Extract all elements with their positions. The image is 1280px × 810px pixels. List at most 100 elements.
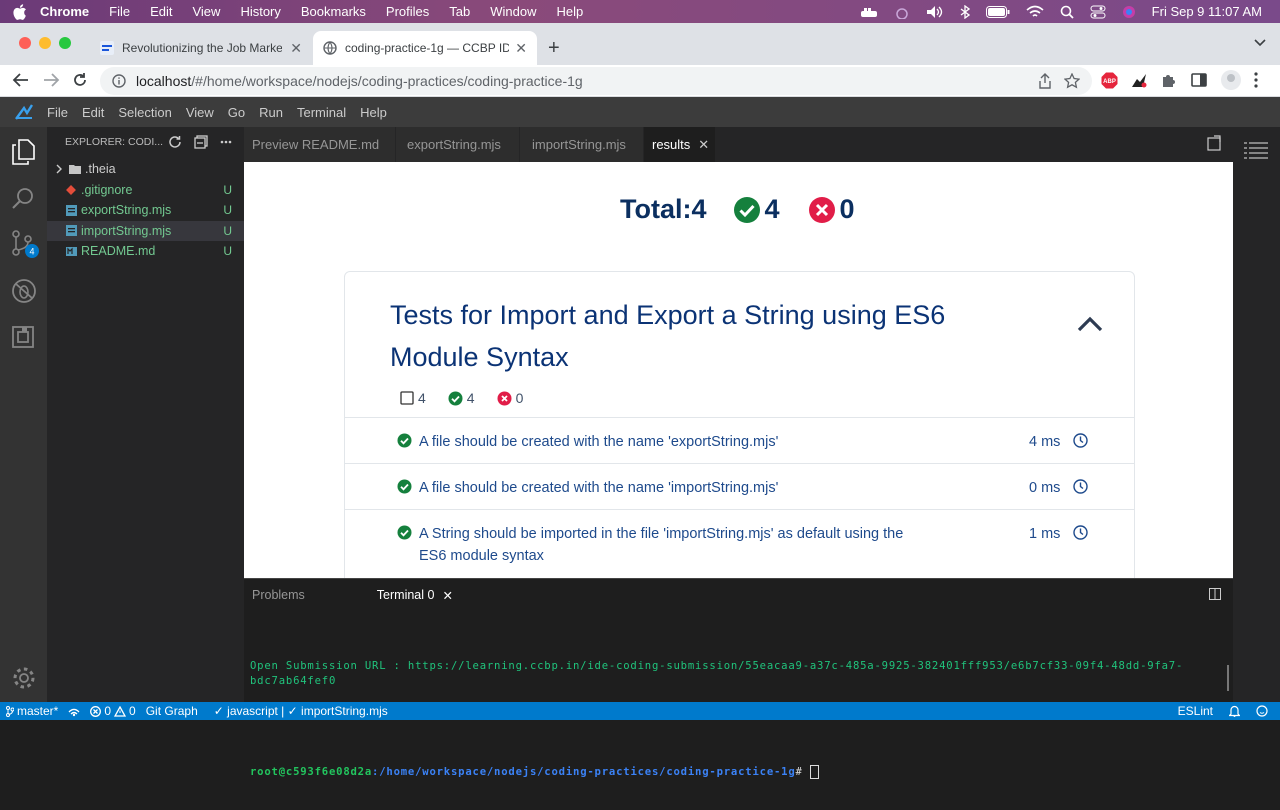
ide-menu-selection[interactable]: Selection (118, 105, 171, 120)
new-tab-icon[interactable]: + (548, 37, 560, 60)
notification-bell-icon[interactable] (1229, 705, 1240, 717)
file-name: README.md (81, 244, 156, 259)
test-row[interactable]: A file should be created with the name '… (345, 417, 1134, 463)
extension-cat-icon[interactable] (1130, 72, 1148, 90)
minimize-window-button[interactable] (39, 37, 51, 49)
menu-bar-clock[interactable]: Fri Sep 9 11:07 AM (1152, 4, 1262, 19)
battery-icon[interactable] (985, 5, 1010, 18)
spotlight-search-icon[interactable] (1060, 5, 1074, 19)
close-window-button[interactable] (19, 37, 31, 49)
chevron-down-icon[interactable] (1254, 39, 1266, 47)
close-tab-icon[interactable]: ✕ (442, 588, 452, 603)
site-info-icon[interactable] (112, 74, 126, 88)
mac-menu-tab[interactable]: Tab (449, 4, 470, 19)
apple-icon[interactable] (0, 3, 40, 20)
source-control-icon[interactable]: 4 (11, 230, 39, 260)
editor-tab-preview-readme[interactable]: Preview README.md (244, 127, 396, 162)
reload-icon[interactable] (72, 72, 88, 88)
ide-menu-edit[interactable]: Edit (82, 105, 104, 120)
ide-menu-help[interactable]: Help (360, 105, 387, 120)
siri-icon[interactable] (1122, 5, 1136, 19)
test-row[interactable]: A file should be created with the name '… (345, 463, 1134, 509)
tree-item-theia[interactable]: .theia (47, 159, 244, 180)
bluetooth-icon[interactable] (960, 4, 970, 19)
branch-status[interactable]: master* (6, 704, 58, 718)
mac-menu-history[interactable]: History (240, 4, 280, 19)
ide-menu-go[interactable]: Go (228, 105, 245, 120)
adblock-plus-icon[interactable]: ABP (1101, 72, 1118, 89)
search-icon[interactable] (11, 187, 35, 211)
activity-bar: 4 (0, 127, 47, 702)
bookmark-star-icon[interactable] (1064, 73, 1080, 89)
airdrop-icon[interactable] (894, 5, 910, 19)
close-tab-icon[interactable]: ✕ (515, 40, 527, 57)
sync-icon[interactable] (68, 706, 80, 717)
terminal-scrollbar[interactable] (1227, 665, 1229, 691)
side-panel-icon[interactable] (1191, 72, 1207, 88)
explorer-files-icon[interactable] (11, 139, 35, 165)
mac-menu-profiles[interactable]: Profiles (386, 4, 429, 19)
ide-menu-run[interactable]: Run (259, 105, 283, 120)
refresh-icon[interactable] (168, 135, 182, 149)
suite-counts: 4 4 0 (400, 390, 545, 406)
share-icon[interactable] (1038, 73, 1052, 89)
chevron-right-icon (53, 164, 65, 174)
collapse-all-icon[interactable] (194, 135, 208, 149)
browser-tab-job-market[interactable]: Revolutionizing the Job Market ✕ (90, 31, 312, 65)
suite-title: Tests for Import and Export a String usi… (390, 300, 946, 372)
browser-toolbar: localhost/#/home/workspace/nodejs/coding… (0, 65, 1280, 97)
svg-text:4: 4 (29, 247, 34, 257)
chevron-up-icon[interactable] (1077, 316, 1103, 332)
browser-tab-coding-practice[interactable]: coding-practice-1g — CCBP IDE ✕ (313, 31, 537, 65)
test-row[interactable]: A String should be imported in the file … (345, 509, 1134, 578)
docker-icon[interactable] (860, 6, 878, 18)
tree-item-exportstring[interactable]: exportString.mjs U (47, 200, 244, 221)
feedback-icon[interactable] (1256, 705, 1268, 717)
tree-item-gitignore[interactable]: .gitignore U (47, 180, 244, 201)
zoom-window-button[interactable] (59, 37, 71, 49)
profile-avatar[interactable] (1220, 69, 1242, 91)
macos-menu-bar: Chrome File Edit View History Bookmarks … (0, 0, 1280, 23)
untracked-badge: U (223, 203, 232, 218)
tree-item-readme[interactable]: README.md U (47, 241, 244, 262)
mac-menu-edit[interactable]: Edit (150, 4, 172, 19)
mac-menu-bookmarks[interactable]: Bookmarks (301, 4, 366, 19)
editor-tab-results[interactable]: results ✕ (644, 127, 716, 162)
gear-icon[interactable] (11, 665, 37, 691)
forward-arrow-icon[interactable] (42, 72, 60, 88)
eslint-status[interactable]: ESLint (1178, 704, 1213, 718)
mac-menu-window[interactable]: Window (490, 4, 536, 19)
open-preview-icon[interactable] (1207, 135, 1221, 151)
app-menu-chrome[interactable]: Chrome (40, 4, 89, 19)
ide-menu-file[interactable]: File (47, 105, 68, 120)
language-status[interactable]: ✓ javascript | ✓ importString.mjs (214, 704, 388, 718)
tree-item-importstring[interactable]: importString.mjs U (47, 220, 244, 241)
status-bar: master* 00 Git Graph ✓ javascript | ✓ im… (0, 702, 1280, 720)
close-tab-icon[interactable]: ✕ (290, 40, 302, 57)
tab-problems[interactable]: Problems (244, 588, 313, 602)
control-center-icon[interactable] (1090, 5, 1106, 19)
mac-menu-file[interactable]: File (109, 4, 130, 19)
mac-menu-view[interactable]: View (192, 4, 220, 19)
tab-terminal[interactable]: Terminal 0 ✕ (369, 588, 461, 603)
chrome-menu-icon[interactable] (1254, 72, 1258, 88)
wifi-icon[interactable] (1026, 5, 1044, 19)
more-actions-icon[interactable] (220, 135, 232, 149)
debug-icon[interactable] (11, 278, 37, 304)
ide-menu-terminal[interactable]: Terminal (297, 105, 346, 120)
extensions-icon[interactable] (11, 325, 35, 349)
outline-list-icon[interactable] (1244, 141, 1268, 159)
address-bar[interactable]: localhost/#/home/workspace/nodejs/coding… (100, 67, 1092, 95)
mac-menu-help[interactable]: Help (557, 4, 584, 19)
maximize-panel-icon[interactable] (1209, 588, 1221, 600)
git-graph-button[interactable]: Git Graph (146, 704, 198, 718)
editor-tab-importstring[interactable]: importString.mjs (520, 127, 644, 162)
back-arrow-icon[interactable] (12, 72, 30, 88)
editor-tab-exportstring[interactable]: exportString.mjs (396, 127, 520, 162)
problems-status[interactable]: 00 (90, 704, 136, 718)
close-tab-icon[interactable]: ✕ (698, 137, 709, 153)
extensions-puzzle-icon[interactable] (1161, 72, 1177, 88)
ide-menu-bar: File Edit Selection View Go Run Terminal… (0, 97, 1280, 127)
ide-menu-view[interactable]: View (186, 105, 214, 120)
volume-icon[interactable] (926, 5, 944, 19)
